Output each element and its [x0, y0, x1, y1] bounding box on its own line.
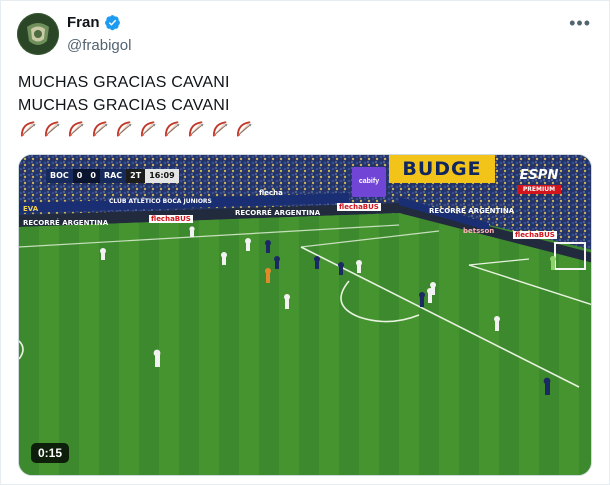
match-period: 2T — [126, 169, 146, 183]
ad-board-text: flechaBUS — [337, 203, 381, 211]
ad-board-text: betsson — [463, 227, 495, 235]
ad-board-text: flechaBUS — [513, 231, 557, 239]
display-name[interactable]: Fran — [67, 14, 100, 31]
tweet-text-line: MUCHAS GRACIAS CAVANI — [18, 74, 230, 91]
sponsor-banner-main: BUDGE — [389, 155, 495, 183]
video-player[interactable]: BUDGE cabify EVA flecha CLUB ATLÉTICO BO… — [18, 154, 592, 476]
more-options-button[interactable]: ••• — [569, 13, 591, 34]
tweet-text-line: MUCHAS GRACIAS CAVANI — [18, 97, 230, 114]
stadium-scene — [19, 155, 591, 475]
bow-and-arrow-icon — [68, 121, 84, 137]
avatar[interactable] — [17, 13, 59, 55]
bow-and-arrow-icon — [164, 121, 180, 137]
ad-board-text: flechaBUS — [149, 215, 193, 223]
bow-and-arrow-icon — [20, 121, 36, 137]
bow-and-arrow-icon — [140, 121, 156, 137]
espn-sub-text: PREMIUM — [517, 185, 561, 194]
broadcaster-logo: ESPN PREMIUM — [517, 169, 561, 194]
crest-avatar-icon — [17, 13, 59, 55]
emoji-row — [18, 119, 255, 139]
ad-board-text: RECORRÉ ARGENTINA — [235, 209, 321, 217]
tweet-card: Fran @frabigol ••• MUCHAS GRACIAS CAVANI… — [0, 0, 610, 485]
author-name-row[interactable]: Fran — [67, 14, 121, 31]
bow-and-arrow-icon — [92, 121, 108, 137]
scorebug: BOC 0 0 RAC 2T 16:09 — [46, 169, 179, 183]
ad-board-text: flecha — [259, 189, 283, 197]
ad-board-text: EVA — [23, 205, 39, 213]
home-team: BOC — [46, 169, 73, 183]
bow-and-arrow-icon — [44, 121, 60, 137]
tweet-text: MUCHAS GRACIAS CAVANI MUCHAS GRACIAS CAV… — [18, 71, 230, 117]
author-handle[interactable]: @frabigol — [67, 37, 131, 54]
bow-and-arrow-icon — [212, 121, 228, 137]
away-score: 0 — [86, 169, 100, 183]
verified-badge-icon — [104, 15, 120, 31]
ad-board-text: RECORRÉ ARGENTINA — [429, 207, 515, 215]
away-team: RAC — [99, 169, 127, 183]
ad-board-text: RECORRÉ ARGENTINA — [23, 219, 109, 227]
ad-board-text: CLUB ATLÉTICO BOCA JUNIORS — [109, 198, 212, 205]
match-clock: 16:09 — [145, 169, 179, 183]
video-duration-badge: 0:15 — [31, 443, 70, 463]
home-score: 0 — [72, 169, 87, 183]
espn-logo-text: ESPN — [519, 168, 559, 183]
sponsor-banner-side: cabify — [352, 167, 386, 197]
bow-and-arrow-icon — [116, 121, 132, 137]
bow-and-arrow-icon — [236, 121, 252, 137]
bow-and-arrow-icon — [188, 121, 204, 137]
